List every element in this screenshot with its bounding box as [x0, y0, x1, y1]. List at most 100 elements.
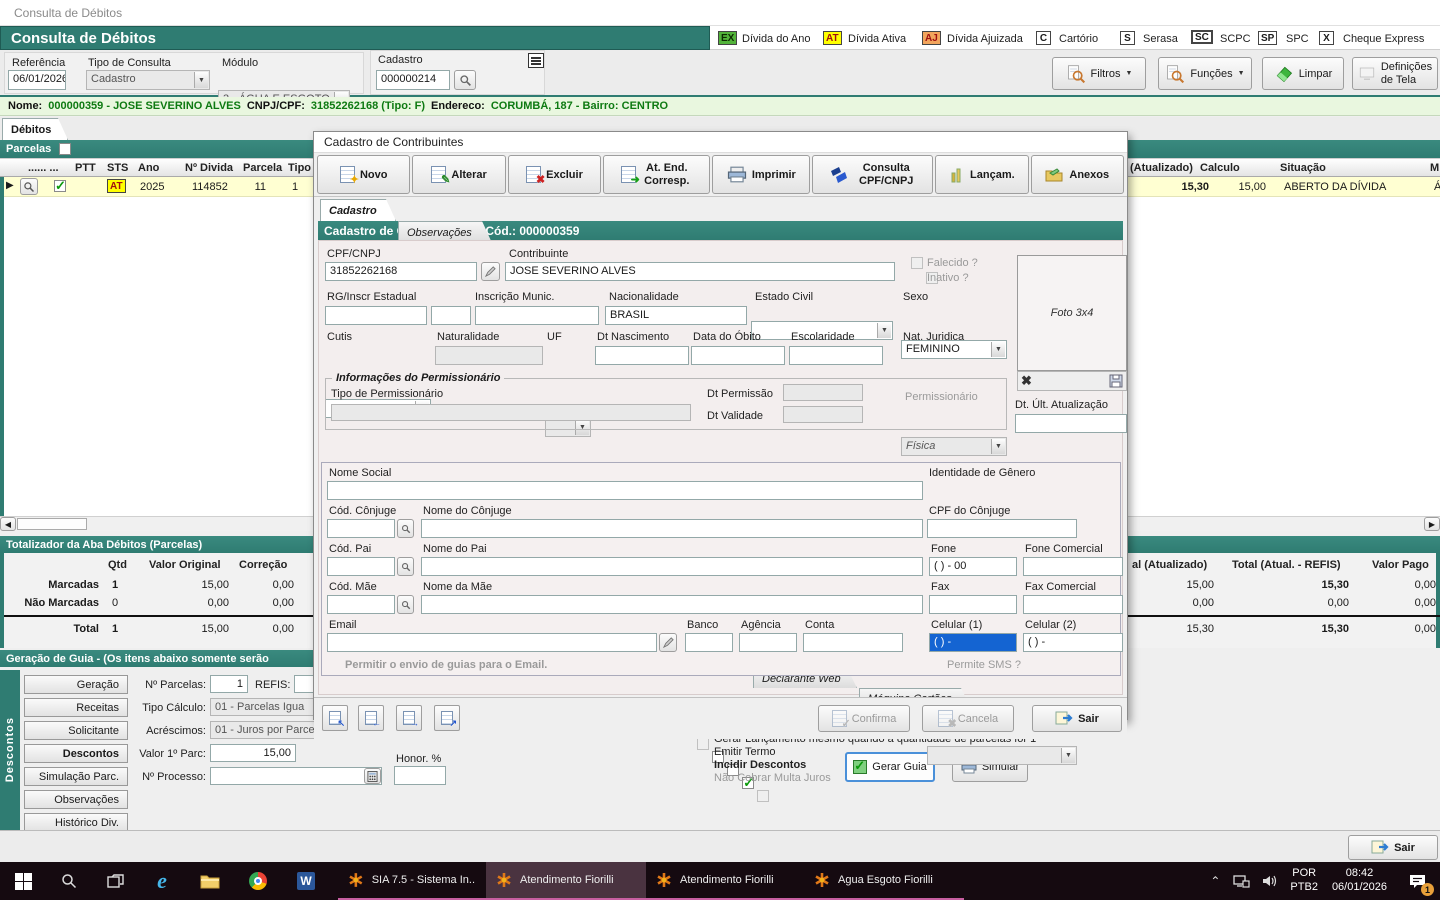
- nav-last-button[interactable]: ↗: [434, 705, 460, 731]
- cadastro-input[interactable]: 000000214: [376, 70, 450, 90]
- nacionalidade-field[interactable]: BRASIL: [605, 306, 747, 325]
- email-field[interactable]: [327, 633, 657, 652]
- banco-field[interactable]: [685, 633, 733, 652]
- rg-field[interactable]: [325, 306, 427, 325]
- nat-juridica-select[interactable]: Física ▼: [901, 437, 1007, 456]
- scroll-left-button[interactable]: ◀: [0, 517, 16, 531]
- conjuge-search-button[interactable]: [397, 519, 414, 538]
- sidebar-item-simulacao[interactable]: Simulação Parc.: [24, 767, 128, 786]
- save-icon[interactable]: [1109, 374, 1123, 388]
- clock[interactable]: 08:42 06/01/2026: [1324, 862, 1395, 900]
- file-explorer-button[interactable]: [186, 862, 234, 900]
- tipo-consulta-select[interactable]: Cadastro ▼: [86, 70, 210, 90]
- sidebar-item-geracao[interactable]: Geração: [24, 675, 128, 694]
- word-button[interactable]: W: [282, 862, 330, 900]
- scrollbar-thumb[interactable]: [17, 518, 87, 530]
- checkbox-nao-cobrar-multa[interactable]: [757, 790, 769, 802]
- cpf-conjuge-field[interactable]: [927, 519, 1077, 538]
- volume-icon[interactable]: [1256, 862, 1284, 900]
- sidebar-item-solicitante[interactable]: Solicitante: [24, 721, 128, 740]
- tipo-permissionario-field[interactable]: [331, 404, 691, 421]
- dt-nascimento-field[interactable]: [595, 346, 689, 365]
- fax-field[interactable]: [929, 595, 1017, 614]
- inscricao-munic-field[interactable]: [475, 306, 599, 325]
- contribuinte-field[interactable]: JOSE SEVERINO ALVES: [505, 262, 895, 281]
- cpf-cnpj-field[interactable]: 31852262168: [325, 262, 477, 281]
- taskbar-item-agua-esgoto[interactable]: Agua Esgoto Fiorilli: [804, 862, 964, 900]
- agencia-field[interactable]: [739, 633, 797, 652]
- naturalidade-field[interactable]: [435, 346, 543, 365]
- list-icon[interactable]: [528, 53, 544, 68]
- calculator-button[interactable]: [364, 768, 381, 784]
- nome-social-field[interactable]: [327, 481, 923, 500]
- notification-center-button[interactable]: 1: [1395, 862, 1440, 900]
- nome-conjuge-field[interactable]: [421, 519, 923, 538]
- valor-parc-field[interactable]: 15,00: [210, 744, 296, 762]
- network-icon[interactable]: [1227, 862, 1256, 900]
- fax-comercial-field[interactable]: [1023, 595, 1123, 614]
- imprimir-button[interactable]: Imprimir: [712, 155, 810, 194]
- rg-uf-field[interactable]: [431, 306, 471, 325]
- sidebar-item-receitas[interactable]: Receitas: [24, 698, 128, 717]
- gerar-guia-button[interactable]: Gerar Guia: [845, 752, 935, 782]
- cod-conjuge-field[interactable]: [327, 519, 395, 538]
- descontos-vertical-tab[interactable]: Descontos: [0, 670, 20, 830]
- email-edit-button[interactable]: [659, 633, 677, 652]
- conta-field[interactable]: [803, 633, 903, 652]
- row-search-button[interactable]: [20, 178, 38, 195]
- fone-comercial-field[interactable]: [1023, 557, 1123, 576]
- taskbar-item-sia[interactable]: SIA 7.5 - Sistema In...: [338, 862, 486, 900]
- start-button[interactable]: [0, 862, 46, 900]
- tab-cadastro[interactable]: Cadastro: [320, 199, 396, 221]
- nav-next-button[interactable]: →: [396, 705, 422, 731]
- foto-remove-button[interactable]: ✖: [1021, 373, 1032, 389]
- dt-validade-field[interactable]: [783, 406, 863, 423]
- nav-prev-button[interactable]: ←: [358, 705, 384, 731]
- sidebar-item-descontos[interactable]: Descontos: [24, 744, 128, 763]
- dialog-titlebar[interactable]: Cadastro de Contribuintes: [314, 132, 1127, 153]
- honor-field[interactable]: [394, 766, 446, 785]
- tray-chevron[interactable]: ⌃: [1203, 862, 1227, 900]
- confirma-button[interactable]: ✓ Confirma: [818, 705, 910, 732]
- celular1-field[interactable]: ( ) -: [929, 633, 1017, 652]
- tab-debitos[interactable]: Débitos: [2, 118, 68, 140]
- row-checkbox[interactable]: [54, 180, 66, 192]
- cadastro-search-button[interactable]: [454, 70, 476, 90]
- filtros-button[interactable]: Filtros ▼: [1052, 57, 1146, 90]
- mae-search-button[interactable]: [397, 595, 414, 614]
- language-indicator[interactable]: POR PTB2: [1284, 862, 1324, 900]
- cod-pai-field[interactable]: [327, 557, 395, 576]
- nome-mae-field[interactable]: [421, 595, 923, 614]
- n-parcelas-field[interactable]: 1: [210, 675, 248, 693]
- funcoes-button[interactable]: Funções ▼: [1158, 57, 1252, 90]
- chrome-button[interactable]: [234, 862, 282, 900]
- limpar-button[interactable]: Limpar: [1262, 57, 1344, 90]
- cpf-edit-button[interactable]: [481, 262, 500, 281]
- referencia-field[interactable]: 06/01/2026: [8, 70, 66, 90]
- definicoes-tela-button[interactable]: Definições de Tela: [1352, 57, 1438, 90]
- cod-mae-field[interactable]: [327, 595, 395, 614]
- celular2-field[interactable]: ( ) -: [1023, 633, 1123, 652]
- data-obito-field[interactable]: [691, 346, 785, 365]
- parcelas-select-all-checkbox[interactable]: [59, 143, 71, 155]
- task-view-button[interactable]: [92, 862, 138, 900]
- consulta-cpf-button[interactable]: Consulta CPF/CNPJ: [812, 155, 933, 194]
- escolaridade-field[interactable]: [789, 346, 883, 365]
- ie-button[interactable]: e: [138, 862, 186, 900]
- sidebar-item-observacoes[interactable]: Observações: [24, 790, 128, 809]
- dt-permissao-field[interactable]: [783, 384, 863, 401]
- alterar-button[interactable]: ✎ Alterar: [412, 155, 505, 194]
- dialog-sair-button[interactable]: Sair: [1032, 705, 1122, 732]
- anexos-button[interactable]: Anexos: [1031, 155, 1124, 194]
- pai-search-button[interactable]: [397, 557, 414, 576]
- nome-pai-field[interactable]: [421, 557, 923, 576]
- nav-first-button[interactable]: ↖: [322, 705, 348, 731]
- identidade-genero-select[interactable]: ▼: [927, 746, 1077, 765]
- taskbar-item-atendimento-1[interactable]: Atendimento Fiorilli: [486, 862, 646, 900]
- novo-button[interactable]: ✦ Novo: [317, 155, 410, 194]
- falecido-checkbox[interactable]: [911, 257, 923, 269]
- excluir-button[interactable]: ✖ Excluir: [508, 155, 601, 194]
- fone-field[interactable]: ( ) - 00: [929, 557, 1017, 576]
- taskbar-item-atendimento-2[interactable]: Atendimento Fiorilli: [646, 862, 804, 900]
- at-end-corresp-button[interactable]: ➜ At. End. Corresp.: [603, 155, 710, 194]
